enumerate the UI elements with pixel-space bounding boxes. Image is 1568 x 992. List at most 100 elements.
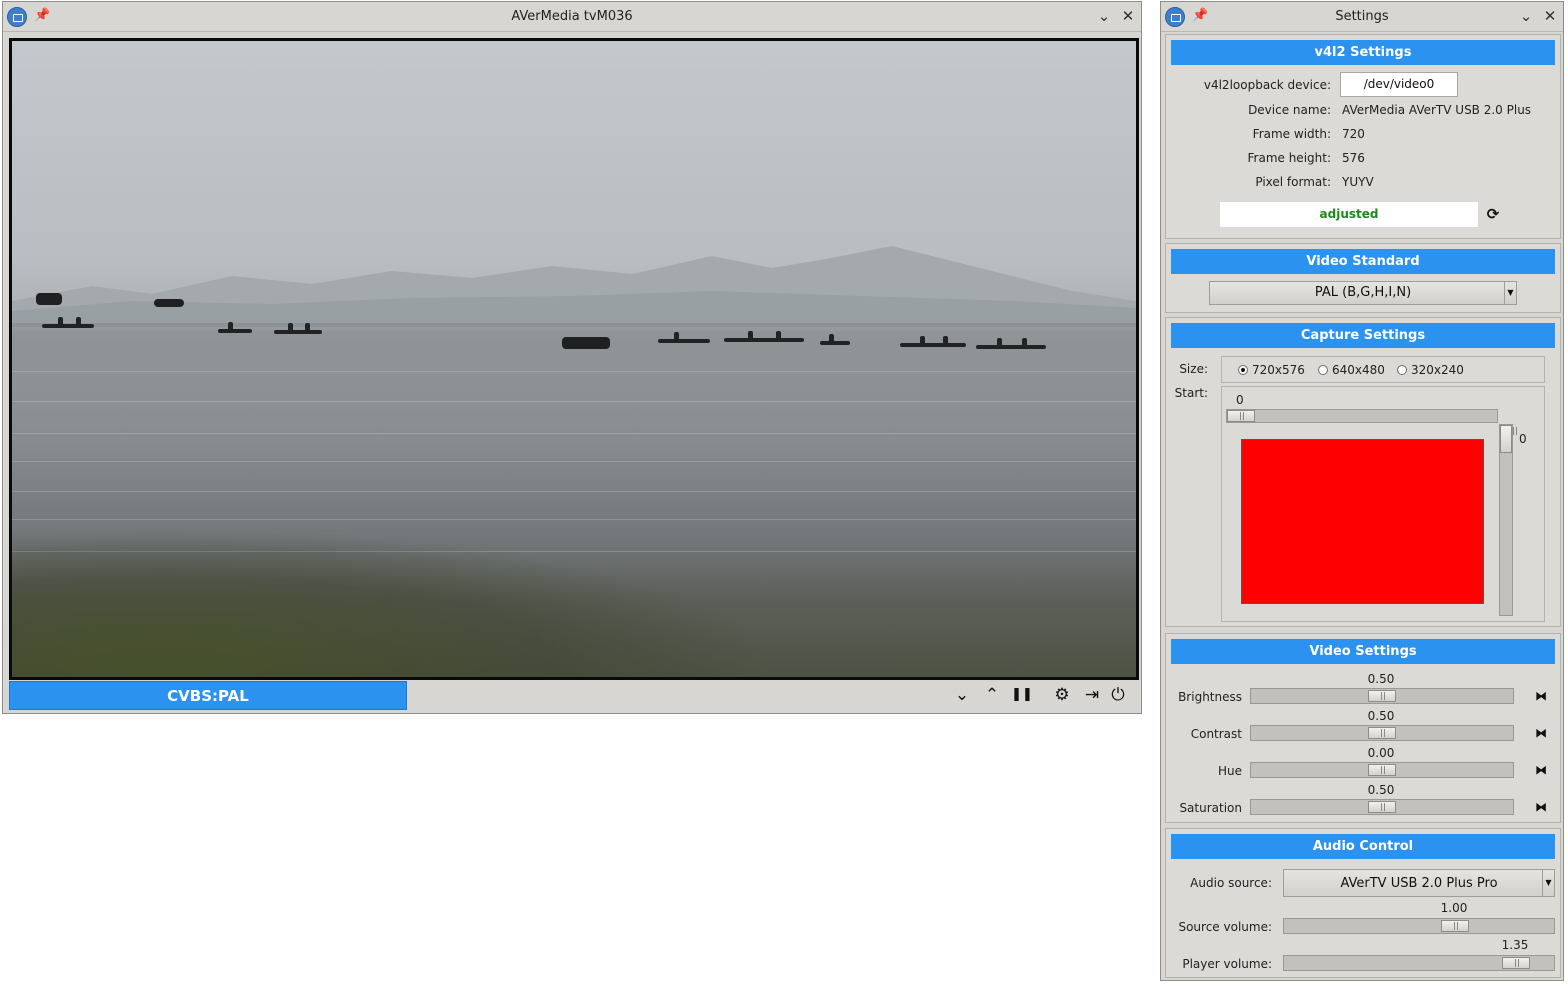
distant-boat [36, 293, 62, 305]
audio-control-group: Audio Control Audio source: AVerTV USB 2… [1165, 828, 1561, 978]
frame-height-label: Frame height: [1247, 151, 1332, 165]
ripple [12, 491, 1136, 492]
ripple [12, 401, 1136, 402]
v4l2-settings-header: v4l2 Settings [1171, 40, 1555, 65]
size-radio-720[interactable]: 720x576 [1238, 363, 1305, 377]
audio-source-select[interactable]: AVerTV USB 2.0 Plus Pro ▼ [1283, 869, 1555, 897]
channel-up-button[interactable]: ⌃ [981, 684, 1003, 706]
source-volume-slider-handle[interactable] [1441, 920, 1469, 932]
status-field: adjusted [1220, 202, 1478, 227]
slider-handle[interactable] [1368, 727, 1396, 739]
loopback-label: v4l2loopback device: [1203, 78, 1331, 92]
size-radio-640[interactable]: 640x480 [1318, 363, 1385, 377]
frame-width-label: Frame width: [1252, 127, 1331, 141]
player-volume-slider-handle[interactable] [1502, 957, 1530, 969]
ripple [12, 433, 1136, 434]
audio-source-label: Audio source: [1190, 876, 1272, 890]
video-setting-slider[interactable] [1250, 725, 1514, 741]
size-radio-320[interactable]: 320x240 [1397, 363, 1464, 377]
slider-handle[interactable] [1368, 801, 1396, 813]
source-volume-slider[interactable] [1283, 918, 1555, 934]
size-radio-group: 720x576 640x480 320x240 [1221, 356, 1545, 383]
start-y-slider[interactable] [1499, 424, 1517, 616]
pixel-format-value: YUYV [1342, 175, 1374, 189]
slider-handle[interactable] [1368, 764, 1396, 776]
start-y-slider-handle[interactable] [1500, 425, 1517, 453]
minimize-button[interactable]: ⌄ [1517, 7, 1535, 25]
ripple [12, 519, 1136, 520]
chevron-down-icon: ▼ [1504, 282, 1516, 304]
video-standard-value: PAL (B,G,H,I,N) [1314, 285, 1412, 300]
window-title: AVerMedia tvM036 [511, 9, 633, 24]
slider-value: 0.00 [1367, 746, 1395, 760]
main-window: 📌 AVerMedia tvM036 ⌄ ✕ CVBS:PAL ⌄ ⌃ ❚❚ ⚙… [2, 1, 1142, 714]
size-option-label: 640x480 [1332, 363, 1385, 377]
kayak [218, 322, 252, 333]
source-volume-label: Source volume: [1178, 920, 1272, 934]
slider-handle[interactable] [1368, 690, 1396, 702]
video-standard-group: Video Standard PAL (B,G,H,I,N) ▼ [1165, 243, 1561, 313]
mountains [12, 246, 1136, 326]
size-option-label: 720x576 [1252, 363, 1305, 377]
loopback-device-input[interactable]: /dev/video0 [1340, 72, 1458, 97]
slider-label: Hue [1217, 764, 1242, 778]
video-view[interactable] [9, 38, 1139, 680]
start-area: 0 0 [1221, 386, 1545, 622]
settings-title: Settings [1335, 9, 1389, 24]
slider-value: 0.50 [1367, 709, 1395, 723]
size-label: Size: [1179, 362, 1208, 376]
reset-icon[interactable]: ⧓ [1532, 725, 1550, 741]
reset-icon[interactable]: ⧓ [1532, 688, 1550, 704]
pixel-format-label: Pixel format: [1255, 175, 1331, 189]
exit-button[interactable]: ⇥ [1081, 684, 1103, 706]
chevron-down-icon: ▼ [1542, 870, 1554, 896]
start-x-slider-handle[interactable] [1227, 410, 1255, 422]
dinghy [562, 337, 610, 349]
player-volume-slider[interactable] [1283, 955, 1555, 971]
audio-source-value: AVerTV USB 2.0 Plus Pro [1340, 876, 1498, 891]
pause-button[interactable]: ❚❚ [1011, 684, 1033, 706]
ripple [12, 371, 1136, 372]
reset-icon[interactable]: ⧓ [1532, 799, 1550, 815]
size-option-label: 320x240 [1411, 363, 1464, 377]
audio-control-header: Audio Control [1171, 834, 1555, 859]
frame-width-value: 720 [1342, 127, 1365, 141]
video-setting-slider[interactable] [1250, 688, 1514, 704]
channel-down-button[interactable]: ⌄ [951, 684, 973, 706]
kayak [42, 317, 94, 328]
close-button[interactable]: ✕ [1541, 7, 1559, 25]
channel-label[interactable]: CVBS:PAL [9, 681, 407, 710]
power-button[interactable]: ⏻ [1107, 684, 1129, 706]
distant-boat [154, 299, 184, 307]
slider-label: Contrast [1190, 727, 1242, 741]
start-x-slider[interactable] [1226, 409, 1498, 423]
slider-value: 0.50 [1367, 672, 1395, 686]
main-titlebar[interactable]: 📌 AVerMedia tvM036 ⌄ ✕ [3, 2, 1141, 32]
video-settings-group: Video Settings 0.50 Brightness ⧓ 0.50 Contra… [1165, 633, 1561, 823]
slider-label: Brightness [1178, 690, 1242, 704]
kayak [976, 338, 1046, 349]
kayak [820, 334, 850, 345]
kayak [274, 323, 322, 334]
radio-icon [1397, 365, 1407, 375]
capture-settings-header: Capture Settings [1171, 323, 1555, 348]
kayak [900, 336, 966, 347]
frame-height-value: 576 [1342, 151, 1365, 165]
settings-titlebar[interactable]: 📌 Settings ⌄ ✕ [1161, 2, 1563, 32]
radio-selected-icon [1238, 365, 1248, 375]
refresh-icon[interactable]: ⟳ [1484, 206, 1502, 222]
reset-icon[interactable]: ⧓ [1532, 762, 1550, 778]
settings-window: 📌 Settings ⌄ ✕ v4l2 Settings v4l2loopbac… [1160, 1, 1564, 981]
player-volume-value: 1.35 [1501, 938, 1529, 952]
capture-region-preview[interactable] [1241, 439, 1484, 604]
close-button[interactable]: ✕ [1119, 7, 1137, 25]
start-y-value: 0 [1519, 432, 1527, 446]
settings-button[interactable]: ⚙ [1051, 684, 1073, 706]
video-setting-slider[interactable] [1250, 799, 1514, 815]
capture-settings-group: Capture Settings Size: 720x576 640x480 3… [1165, 317, 1561, 627]
video-setting-slider[interactable] [1250, 762, 1514, 778]
video-standard-header: Video Standard [1171, 249, 1555, 274]
start-label: Start: [1174, 386, 1208, 400]
video-standard-select[interactable]: PAL (B,G,H,I,N) ▼ [1209, 281, 1517, 305]
minimize-button[interactable]: ⌄ [1095, 7, 1113, 25]
